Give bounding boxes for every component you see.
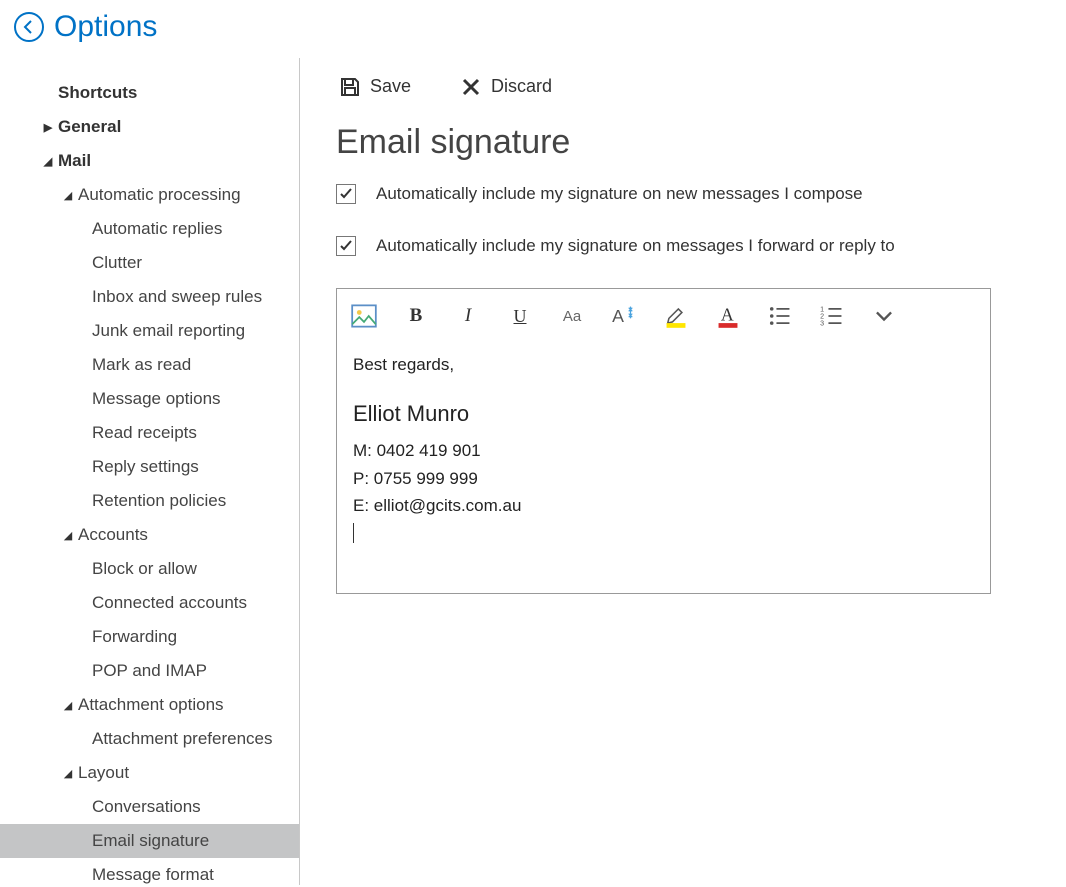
sidebar-item-read-receipts[interactable]: Read receipts [0, 416, 299, 450]
font-size-icon: A [611, 303, 637, 329]
triangle-down-icon: ◢ [62, 189, 74, 202]
insert-image-button[interactable] [351, 303, 377, 329]
signature-name: Elliot Munro [353, 396, 974, 431]
font-color-button[interactable]: A [715, 303, 741, 329]
sidebar-item-forwarding[interactable]: Forwarding [0, 620, 299, 654]
arrow-left-icon [21, 19, 37, 35]
triangle-down-icon: ◢ [62, 767, 74, 780]
sidebar-item-pop-imap[interactable]: POP and IMAP [0, 654, 299, 688]
page-title: Email signature [336, 123, 1066, 162]
check-icon [339, 187, 353, 201]
bold-button[interactable]: B [403, 303, 429, 329]
signature-editor[interactable]: B I U Aa A A 123 [336, 288, 991, 594]
svg-text:A: A [612, 306, 624, 326]
sidebar-item-reply-settings[interactable]: Reply settings [0, 450, 299, 484]
sidebar-item-retention-policies[interactable]: Retention policies [0, 484, 299, 518]
sidebar-item-mark-as-read[interactable]: Mark as read [0, 348, 299, 382]
font-size-button[interactable]: A [611, 303, 637, 329]
font-icon: Aa [563, 308, 581, 325]
sidebar-item-accounts[interactable]: ◢Accounts [0, 518, 299, 552]
editor-toolbar: B I U Aa A A 123 [337, 289, 990, 337]
numbered-list-icon: 123 [819, 303, 845, 329]
highlight-icon [663, 303, 689, 329]
sidebar-item-conversations[interactable]: Conversations [0, 790, 299, 824]
italic-icon: I [465, 305, 471, 327]
font-family-button[interactable]: Aa [559, 303, 585, 329]
discard-label: Discard [491, 76, 552, 97]
svg-text:3: 3 [820, 319, 824, 327]
checkbox-include-new-label: Automatically include my signature on ne… [376, 184, 863, 204]
signature-phone: P: 0755 999 999 [353, 465, 974, 492]
font-color-icon: A [715, 303, 741, 329]
underline-button[interactable]: U [507, 303, 533, 329]
checkbox-include-new[interactable] [336, 184, 356, 204]
sidebar-item-automatic-replies[interactable]: Automatic replies [0, 212, 299, 246]
sidebar: Shortcuts ▶General ◢Mail ◢Automatic proc… [0, 58, 300, 885]
back-button[interactable] [14, 12, 44, 42]
triangle-down-icon: ◢ [62, 699, 74, 712]
save-label: Save [370, 76, 411, 97]
sidebar-item-message-options[interactable]: Message options [0, 382, 299, 416]
italic-button[interactable]: I [455, 303, 481, 329]
editor-body[interactable]: Best regards, Elliot Munro M: 0402 419 9… [337, 337, 990, 593]
signature-mobile: M: 0402 419 901 [353, 437, 974, 464]
sidebar-item-email-signature[interactable]: Email signature [0, 824, 299, 858]
image-icon [351, 303, 377, 329]
checkbox-include-reply-label: Automatically include my signature on me… [376, 236, 895, 256]
bullet-list-button[interactable] [767, 303, 793, 329]
more-formatting-button[interactable] [871, 303, 897, 329]
sidebar-item-automatic-processing[interactable]: ◢Automatic processing [0, 178, 299, 212]
check-icon [339, 239, 353, 253]
sidebar-item-attachment-preferences[interactable]: Attachment preferences [0, 722, 299, 756]
sidebar-item-connected-accounts[interactable]: Connected accounts [0, 586, 299, 620]
chevron-down-icon [871, 303, 897, 329]
sidebar-item-shortcuts[interactable]: Shortcuts [0, 76, 299, 110]
text-cursor [353, 523, 354, 543]
sidebar-item-layout[interactable]: ◢Layout [0, 756, 299, 790]
sidebar-item-junk-email[interactable]: Junk email reporting [0, 314, 299, 348]
signature-email: E: elliot@gcits.com.au [353, 492, 974, 519]
svg-text:A: A [721, 305, 734, 325]
sidebar-item-attachment-options[interactable]: ◢Attachment options [0, 688, 299, 722]
page-header-title: Options [54, 10, 157, 44]
underline-icon: U [514, 306, 527, 327]
sidebar-item-mail[interactable]: ◢Mail [0, 144, 299, 178]
sidebar-item-block-or-allow[interactable]: Block or allow [0, 552, 299, 586]
close-icon [461, 77, 481, 97]
signature-greeting: Best regards, [353, 351, 974, 378]
highlight-button[interactable] [663, 303, 689, 329]
save-icon [340, 77, 360, 97]
triangle-right-icon: ▶ [42, 121, 54, 134]
bold-icon: B [410, 305, 423, 327]
sidebar-item-message-format[interactable]: Message format [0, 858, 299, 885]
sidebar-item-general[interactable]: ▶General [0, 110, 299, 144]
triangle-down-icon: ◢ [62, 529, 74, 542]
numbered-list-button[interactable]: 123 [819, 303, 845, 329]
sidebar-item-inbox-sweep[interactable]: Inbox and sweep rules [0, 280, 299, 314]
sidebar-item-clutter[interactable]: Clutter [0, 246, 299, 280]
bullet-list-icon [767, 303, 793, 329]
triangle-down-icon: ◢ [42, 155, 54, 168]
save-button[interactable]: Save [340, 76, 411, 97]
checkbox-include-reply[interactable] [336, 236, 356, 256]
discard-button[interactable]: Discard [461, 76, 552, 97]
